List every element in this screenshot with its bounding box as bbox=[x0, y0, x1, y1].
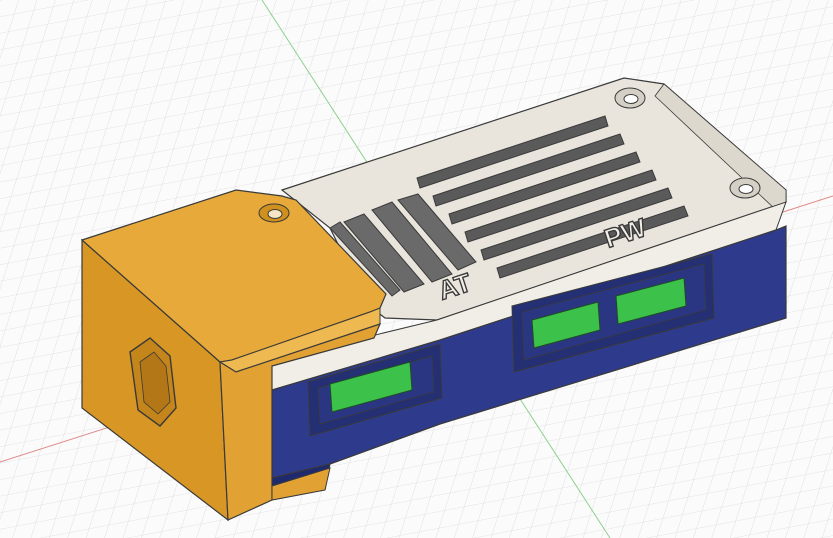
cad-viewport[interactable]: AT PW bbox=[0, 0, 833, 538]
cad-scene[interactable]: AT PW bbox=[0, 0, 833, 538]
mount-hole-back bbox=[614, 87, 646, 109]
mount-hole-front bbox=[729, 177, 761, 199]
cap-screw-hole bbox=[258, 203, 290, 223]
